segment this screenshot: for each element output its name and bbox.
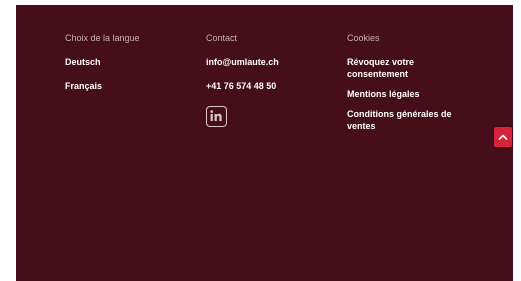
contact-heading: Contact: [206, 33, 238, 43]
cookies-heading: Cookies: [347, 33, 380, 43]
terms-of-sale-link[interactable]: Conditions générales de ventes: [347, 108, 477, 132]
contact-column: Contact info@umlaute.ch +41 76 574 48 50: [206, 32, 279, 132]
site-footer: Choix de la langue Deutsch Français Cont…: [16, 5, 513, 281]
linkedin-icon[interactable]: [206, 106, 227, 127]
language-link-francais[interactable]: Français: [65, 80, 140, 92]
chevron-up-icon: [498, 134, 508, 140]
language-column: Choix de la langue Deutsch Français: [65, 32, 140, 104]
scroll-to-top-button[interactable]: [494, 127, 512, 147]
revoke-consent-link[interactable]: Révoquez votre consentement: [347, 56, 477, 80]
contact-phone-link[interactable]: +41 76 574 48 50: [206, 80, 279, 92]
language-link-deutsch[interactable]: Deutsch: [65, 56, 140, 68]
legal-notice-link[interactable]: Mentions légales: [347, 88, 477, 100]
contact-email-link[interactable]: info@umlaute.ch: [206, 56, 279, 68]
cookies-column: Cookies Révoquez votre consentement Ment…: [347, 32, 477, 140]
language-heading: Choix de la langue: [65, 33, 140, 43]
